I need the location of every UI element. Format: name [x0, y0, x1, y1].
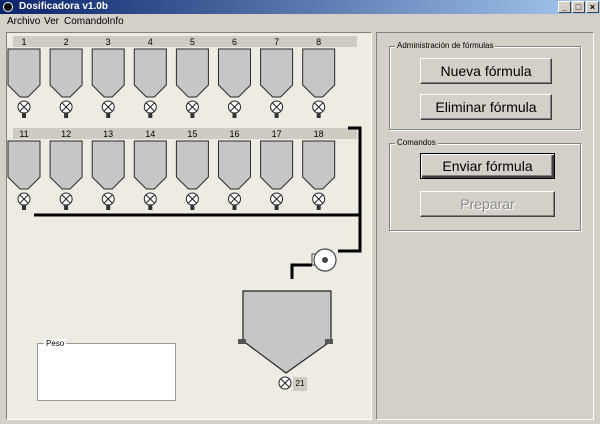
- valve-icon[interactable]: [101, 192, 115, 206]
- valve-stem: [316, 205, 321, 210]
- valve-icon[interactable]: [312, 192, 326, 206]
- peso-title: Peso: [44, 339, 67, 348]
- valve-stem: [274, 113, 279, 118]
- hopper-silo[interactable]: [91, 140, 125, 190]
- valve-stem: [22, 113, 26, 118]
- valve-stem: [64, 205, 69, 210]
- prepare-button[interactable]: Preparar: [420, 191, 555, 217]
- hopper-silo[interactable]: [175, 140, 209, 190]
- valve-icon[interactable]: [270, 100, 284, 114]
- hopper-silo[interactable]: [7, 140, 41, 190]
- valve-icon[interactable]: [312, 100, 326, 114]
- hopper-row-1: [7, 48, 336, 118]
- valve-stem: [64, 113, 69, 118]
- mixer-valve-icon[interactable]: [278, 376, 292, 390]
- mixer-hopper[interactable]: [238, 290, 333, 374]
- valve-icon[interactable]: [270, 192, 284, 206]
- delete-formula-button[interactable]: Eliminar fórmula: [420, 94, 552, 120]
- pump-outlet-pipe: [290, 263, 312, 279]
- pump-icon[interactable]: [311, 248, 337, 272]
- valve-stem: [316, 113, 321, 118]
- valve-stem: [148, 113, 153, 118]
- valve-stem: [232, 205, 237, 210]
- peso-panel: [37, 343, 176, 401]
- pump-inlet-pipe: [338, 215, 362, 253]
- hopper-silo[interactable]: [133, 140, 167, 190]
- admin-groupbox-title: Administración de fórmulas: [395, 41, 496, 51]
- send-formula-button[interactable]: Enviar fórmula: [420, 153, 555, 179]
- valve-icon[interactable]: [59, 192, 73, 206]
- valve-stem: [106, 205, 111, 210]
- hopper-silo[interactable]: [175, 48, 209, 98]
- valve-icon[interactable]: [143, 100, 157, 114]
- hopper-silo[interactable]: [49, 140, 83, 190]
- valve-icon[interactable]: [101, 100, 115, 114]
- hopper-silo[interactable]: [260, 48, 294, 98]
- hopper-silo[interactable]: [302, 140, 336, 190]
- valve-icon[interactable]: [228, 192, 241, 206]
- valve-stem: [274, 205, 279, 210]
- hopper-silo[interactable]: [302, 48, 336, 98]
- hopper-silo[interactable]: [7, 48, 41, 98]
- valve-stem: [22, 205, 26, 210]
- hopper-silo[interactable]: [260, 140, 294, 190]
- valve-icon[interactable]: [17, 192, 31, 206]
- valve-stem: [190, 113, 195, 118]
- valve-icon[interactable]: [185, 192, 199, 206]
- valve-stem: [190, 205, 195, 210]
- hopper-silo[interactable]: [218, 140, 251, 190]
- valve-stem: [106, 113, 111, 118]
- hopper-silo[interactable]: [49, 48, 83, 98]
- hopper-silo[interactable]: [218, 48, 251, 98]
- new-formula-button[interactable]: Nueva fórmula: [420, 58, 552, 84]
- hopper-row-2: [7, 140, 336, 210]
- hopper-silo[interactable]: [91, 48, 125, 98]
- valve-icon[interactable]: [143, 192, 157, 206]
- valve-icon[interactable]: [228, 100, 241, 114]
- hopper-silo[interactable]: [133, 48, 167, 98]
- valve-stem: [232, 113, 237, 118]
- valve-icon[interactable]: [59, 100, 73, 114]
- valve-stem: [148, 205, 153, 210]
- valve-icon[interactable]: [17, 100, 31, 114]
- valve-icon[interactable]: [185, 100, 199, 114]
- commands-groupbox-title: Comandos: [395, 138, 438, 148]
- mixer-label: 21: [293, 377, 307, 391]
